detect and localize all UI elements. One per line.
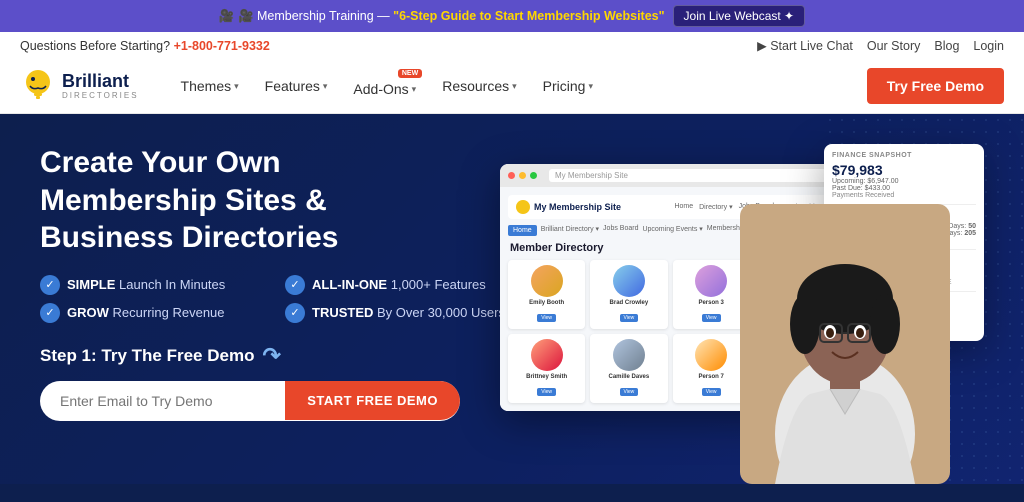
avatar — [695, 339, 727, 371]
try-demo-button[interactable]: Try Free Demo — [867, 68, 1004, 104]
live-chat-link[interactable]: ▶ Start Live Chat — [757, 38, 853, 53]
hero-right: My Membership Site My Membership Site Ho… — [500, 144, 984, 464]
logo-icon — [20, 68, 56, 104]
hero-features: ✓ SIMPLE Launch In Minutes ✓ ALL-IN-ONE … — [40, 275, 520, 323]
list-item: Emily Booth View — [508, 260, 585, 329]
hero-section: Create Your Own Membership Sites & Busin… — [0, 114, 1024, 484]
list-item: Camille Daves View — [590, 334, 667, 403]
nav-pricing[interactable]: Pricing ▾ — [531, 70, 605, 102]
nav-links: Themes ▾ Features ▾ NEW Add-Ons ▾ Resour… — [169, 67, 867, 105]
person-illustration — [740, 204, 950, 484]
secondary-nav: Questions Before Starting? +1-800-771-93… — [0, 32, 1024, 59]
step-label: Step 1: Try The Free Demo ↷ — [40, 343, 520, 369]
chevron-down-icon: ▾ — [588, 81, 593, 92]
logo-text: Brilliant DIRECTORIES — [62, 72, 139, 101]
chevron-down-icon: ▾ — [323, 81, 328, 92]
list-item: Brad Crowley View — [590, 260, 667, 329]
nav-themes[interactable]: Themes ▾ — [169, 70, 251, 102]
our-story-link[interactable]: Our Story — [867, 39, 921, 53]
avatar — [613, 339, 645, 371]
check-icon: ✓ — [285, 275, 305, 295]
avatar — [613, 265, 645, 297]
announcement-text: 🎥 🎥 Membership Training — "6-Step Guide … — [219, 9, 665, 24]
browser-url: My Membership Site — [555, 171, 628, 180]
announcement-highlight: "6-Step Guide to Start Membership Websit… — [393, 9, 664, 23]
check-icon: ✓ — [40, 303, 60, 323]
list-item: Person 7 View — [673, 334, 750, 403]
email-input[interactable] — [40, 381, 285, 421]
feature-grow: ✓ GROW Recurring Revenue — [40, 303, 275, 323]
main-nav: Brilliant DIRECTORIES Themes ▾ Features … — [0, 59, 1024, 114]
login-link[interactable]: Login — [973, 39, 1004, 53]
webcast-button[interactable]: Join Live Webcast ✦ — [673, 5, 806, 27]
nav-addons[interactable]: NEW Add-Ons ▾ — [341, 67, 428, 105]
secondary-nav-links: ▶ Start Live Chat Our Story Blog Login — [757, 38, 1004, 53]
avatar — [531, 339, 563, 371]
start-demo-button[interactable]: START FREE DEMO — [285, 381, 460, 420]
browser-min-dot — [519, 172, 526, 179]
cam-icon: 🎥 — [219, 9, 235, 23]
list-item: Brittney Smith View — [508, 334, 585, 403]
check-icon: ✓ — [40, 275, 60, 295]
question-text: Questions Before Starting? +1-800-771-93… — [20, 39, 270, 53]
nav-resources[interactable]: Resources ▾ — [430, 70, 528, 102]
hero-left: Create Your Own Membership Sites & Busin… — [40, 144, 520, 421]
finance-snapshot-section: FINANCE SNAPSHOT $79,983 Upcoming: $6,94… — [832, 152, 976, 205]
new-badge: NEW — [398, 69, 422, 78]
blog-link[interactable]: Blog — [934, 39, 959, 53]
avatar — [531, 265, 563, 297]
feature-allinone: ✓ ALL-IN-ONE 1,000+ Features — [285, 275, 520, 295]
mock-site-name: My Membership Site — [534, 202, 621, 212]
browser-bar: My Membership Site — [500, 164, 840, 187]
chevron-down-icon: ▾ — [412, 84, 417, 95]
chevron-down-icon: ▾ — [512, 81, 517, 92]
browser-close-dot — [508, 172, 515, 179]
feature-trusted: ✓ TRUSTED By Over 30,000 Users — [285, 303, 520, 323]
person-photo — [740, 204, 950, 484]
check-icon: ✓ — [285, 303, 305, 323]
hero-title: Create Your Own Membership Sites & Busin… — [40, 144, 520, 257]
phone-number[interactable]: +1-800-771-9332 — [174, 39, 270, 53]
arrow-icon: ↷ — [262, 343, 280, 369]
browser-max-dot — [530, 172, 537, 179]
announcement-bar: 🎥 🎥 Membership Training — "6-Step Guide … — [0, 0, 1024, 32]
demo-form[interactable]: START FREE DEMO — [40, 381, 460, 421]
logo[interactable]: Brilliant DIRECTORIES — [20, 68, 139, 104]
avatar — [695, 265, 727, 297]
feature-simple: ✓ SIMPLE Launch In Minutes — [40, 275, 275, 295]
chevron-down-icon: ▾ — [234, 81, 239, 92]
list-item: Person 3 View — [673, 260, 750, 329]
nav-features[interactable]: Features ▾ — [253, 70, 340, 102]
